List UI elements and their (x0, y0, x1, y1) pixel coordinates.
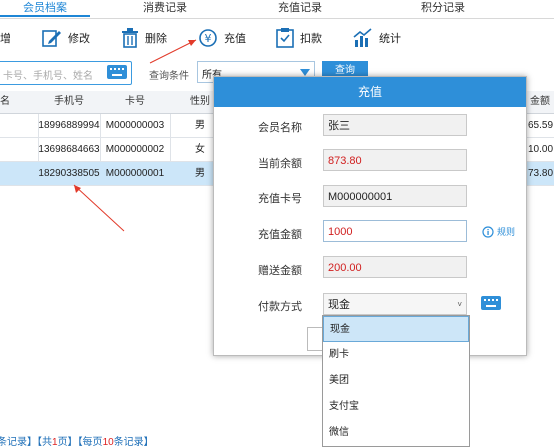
payment-dropdown: 现金 刷卡 美团 支付宝 微信 (322, 315, 470, 447)
payment-option-card[interactable]: 刷卡 (323, 342, 469, 368)
card-no-label: 充值卡号 (258, 193, 302, 205)
pager-per-count[interactable]: 10 (103, 437, 114, 448)
pager-total-close: 页】 (57, 437, 78, 448)
payment-option-meituan[interactable]: 美团 (323, 368, 469, 394)
balance-label: 当前余额 (258, 158, 302, 170)
pager-total-open: 【共 (37, 437, 52, 448)
recharge-dialog: 充值 会员名称 张三 当前余额 873.80 充值卡号 M000000001 充… (213, 76, 527, 356)
member-name-field[interactable]: 张三 (323, 114, 467, 136)
pager-per-close: 条记录】 (113, 437, 154, 448)
payment-option-alipay[interactable]: 支付宝 (323, 394, 469, 420)
rule-link-label: 规则 (497, 227, 516, 237)
balance-field[interactable]: 873.80 (323, 149, 467, 171)
info-icon (482, 225, 494, 238)
keyboard-icon[interactable] (481, 296, 501, 310)
rule-link[interactable]: 规则 (482, 225, 515, 238)
member-name-label: 会员名称 (258, 122, 302, 134)
payment-label: 付款方式 (258, 301, 302, 313)
payment-option-wechat[interactable]: 微信 (323, 420, 469, 446)
payment-select[interactable]: 现金 ˅ (323, 293, 467, 315)
payment-option-cash[interactable]: 现金 (323, 316, 469, 342)
card-no-field[interactable]: M000000001 (323, 185, 467, 207)
dialog-title: 充值 (214, 77, 526, 107)
pager-prefix: 条记录】 (0, 437, 37, 448)
pager-per-open: 【每页 (77, 437, 103, 448)
amount-input[interactable]: 1000 (323, 220, 467, 242)
payment-value: 现金 (328, 299, 350, 311)
amount-label: 充值金额 (258, 229, 302, 241)
bonus-label: 赠送金额 (258, 265, 302, 277)
pager: 条记录】【共1页】【每页10条记录】 (0, 433, 154, 448)
bonus-field[interactable]: 200.00 (323, 256, 467, 278)
chevron-down-icon: ˅ (457, 300, 462, 309)
